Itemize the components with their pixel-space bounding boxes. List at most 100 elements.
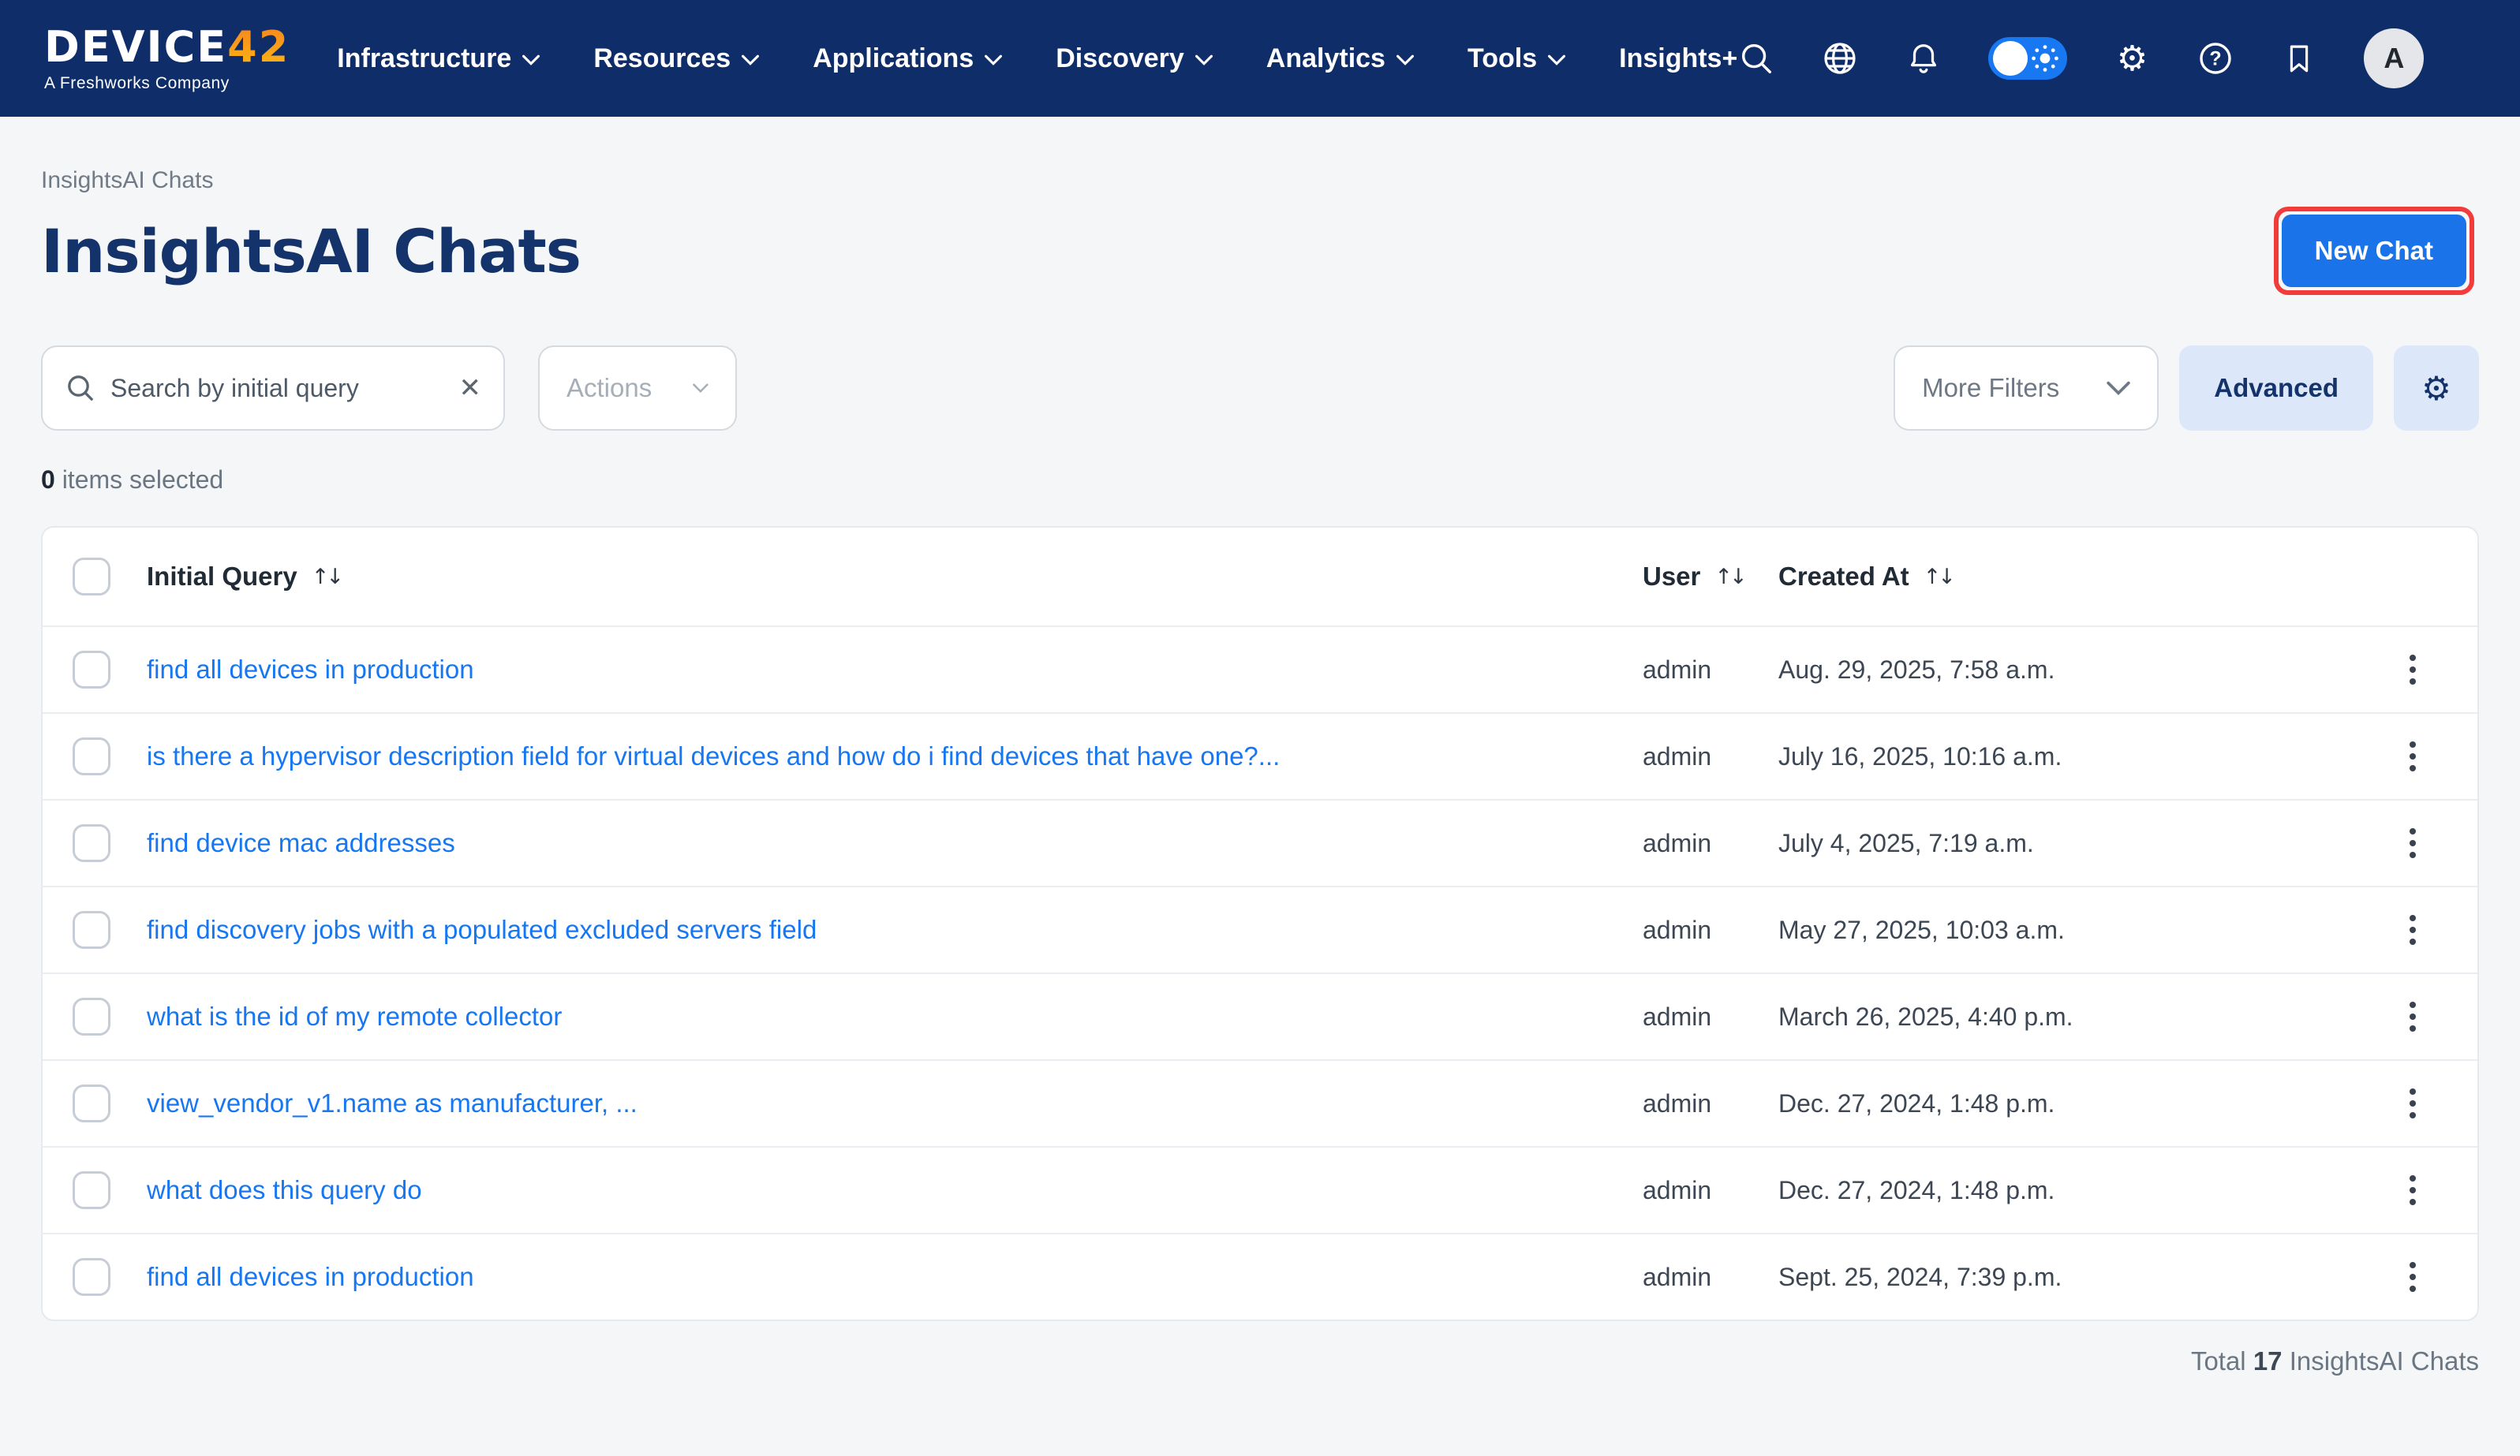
search-icon[interactable] [1737,39,1775,77]
theme-toggle[interactable] [1988,37,2067,80]
row-actions-kebab-menu[interactable] [2392,996,2433,1037]
initial-query-link[interactable]: find device mac addresses [147,828,1643,858]
logo-42: 42 [227,22,290,72]
user-cell: admin [1643,655,1778,685]
initial-query-link[interactable]: find all devices in production [147,1262,1643,1292]
nav-item-applications[interactable]: Applications [813,43,1002,74]
chevron-down-icon [522,54,540,65]
row-actions-kebab-menu[interactable] [2392,1170,2433,1211]
toggle-knob [1993,41,2028,76]
selection-count-label: items selected [62,465,224,494]
user-avatar[interactable]: A [2364,28,2424,88]
table-row: find all devices in productionadminAug. … [43,625,2477,712]
user-cell: admin [1643,742,1778,771]
logo-wordmark: DEVICE42 [44,26,290,69]
advanced-button[interactable]: Advanced [2179,345,2373,431]
sort-icon[interactable]: ↑↓ [1714,565,1747,589]
user-cell: admin [1643,1002,1778,1032]
initial-query-link[interactable]: what is the id of my remote collector [147,1002,1643,1032]
row-checkbox[interactable] [73,911,110,949]
settings-gear-icon[interactable]: ⚙ [2113,39,2151,77]
row-actions-kebab-menu[interactable] [2392,1256,2433,1297]
row-checkbox[interactable] [73,1258,110,1296]
initial-query-link[interactable]: is there a hypervisor description field … [147,741,1643,771]
sun-icon [2031,44,2059,73]
actions-dropdown[interactable]: Actions [538,345,737,431]
table-row: is there a hypervisor description field … [43,712,2477,799]
column-header-initial-query[interactable]: Initial Query ↑↓ [147,562,1643,592]
row-actions-kebab-menu[interactable] [2392,1083,2433,1124]
row-checkbox[interactable] [73,651,110,689]
main-nav: Infrastructure Resources Applications Disco… [337,43,1737,74]
row-checkbox[interactable] [73,1171,110,1209]
table-row: what is the id of my remote collectoradm… [43,973,2477,1059]
help-icon[interactable]: ? [2197,39,2234,77]
search-input[interactable] [110,374,445,403]
initial-query-link[interactable]: find all devices in production [147,655,1643,685]
total-count-number: 17 [2253,1346,2283,1376]
row-checkbox[interactable] [73,998,110,1036]
search-input-icon [65,372,96,404]
created-at-cell: Sept. 25, 2024, 7:39 p.m. [1778,1263,2383,1292]
nav-item-tools[interactable]: Tools [1468,43,1565,74]
table-row: what does this query doadminDec. 27, 202… [43,1146,2477,1233]
chevron-down-icon [1195,54,1213,65]
bookmark-icon[interactable] [2280,39,2318,77]
created-at-cell: March 26, 2025, 4:40 p.m. [1778,1002,2383,1032]
row-actions-kebab-menu[interactable] [2392,649,2433,690]
sort-icon[interactable]: ↑↓ [312,565,344,589]
chevron-down-icon [1548,54,1565,65]
nav-item-insights-[interactable]: Insights+ [1619,43,1737,74]
initial-query-link[interactable]: view_vendor_v1.name as manufacturer, ... [147,1088,1643,1118]
row-actions-kebab-menu[interactable] [2392,909,2433,950]
select-all-checkbox[interactable] [73,558,110,595]
app-window: DEVICE42 A Freshworks Company Infrastruc… [0,0,2520,1456]
nav-item-discovery[interactable]: Discovery [1056,43,1213,74]
total-count-line: Total 17 InsightsAI Chats [41,1346,2479,1376]
new-chat-button[interactable]: New Chat [2282,215,2466,287]
user-cell: admin [1643,916,1778,945]
row-actions-kebab-menu[interactable] [2392,823,2433,864]
chevron-down-icon [693,382,709,394]
initial-query-link[interactable]: find discovery jobs with a populated exc… [147,915,1643,945]
clear-search-icon[interactable]: ✕ [459,372,482,404]
sort-icon[interactable]: ↑↓ [1924,565,1956,589]
actions-label: Actions [566,373,652,403]
breadcrumb[interactable]: InsightsAI Chats [41,167,2479,194]
row-actions-kebab-menu[interactable] [2392,736,2433,777]
more-filters-label: More Filters [1922,373,2059,403]
created-at-cell: July 16, 2025, 10:16 a.m. [1778,742,2383,771]
logo-subtitle: A Freshworks Company [44,75,290,91]
notifications-bell-icon[interactable] [1905,39,1942,77]
page-title: InsightsAI Chats [41,216,581,286]
globe-icon[interactable] [1821,39,1859,77]
row-checkbox[interactable] [73,737,110,775]
row-checkbox[interactable] [73,1085,110,1122]
user-cell: admin [1643,829,1778,858]
svg-text:?: ? [2210,48,2222,70]
nav-item-analytics[interactable]: Analytics [1266,43,1414,74]
nav-item-infrastructure[interactable]: Infrastructure [337,43,540,74]
device42-logo[interactable]: DEVICE42 A Freshworks Company [44,26,290,91]
table-row: find all devices in productionadminSept.… [43,1233,2477,1320]
page-content: InsightsAI Chats InsightsAI Chats New Ch… [0,167,2520,1376]
chevron-down-icon [2107,381,2130,395]
user-cell: admin [1643,1176,1778,1205]
created-at-cell: Dec. 27, 2024, 1:48 p.m. [1778,1176,2383,1205]
column-header-user[interactable]: User ↑↓ [1643,562,1778,592]
selection-count-number: 0 [41,465,55,494]
user-cell: admin [1643,1089,1778,1118]
annotation-highlight-frame: New Chat [2274,207,2474,295]
table-settings-gear-button[interactable]: ⚙ [2394,345,2479,431]
created-at-cell: Aug. 29, 2025, 7:58 a.m. [1778,655,2383,685]
initial-query-link[interactable]: what does this query do [147,1175,1643,1205]
toolbar: ✕ Actions More Filters Advanced ⚙ [41,345,2479,431]
row-checkbox[interactable] [73,824,110,862]
more-filters-dropdown[interactable]: More Filters [1894,345,2159,431]
created-at-cell: May 27, 2025, 10:03 a.m. [1778,916,2383,945]
search-box: ✕ [41,345,505,431]
navbar-icons: ⚙ ? A [1737,28,2424,88]
column-header-created-at[interactable]: Created At ↑↓ [1778,562,2383,592]
nav-item-resources[interactable]: Resources [593,43,759,74]
chevron-down-icon [985,54,1002,65]
